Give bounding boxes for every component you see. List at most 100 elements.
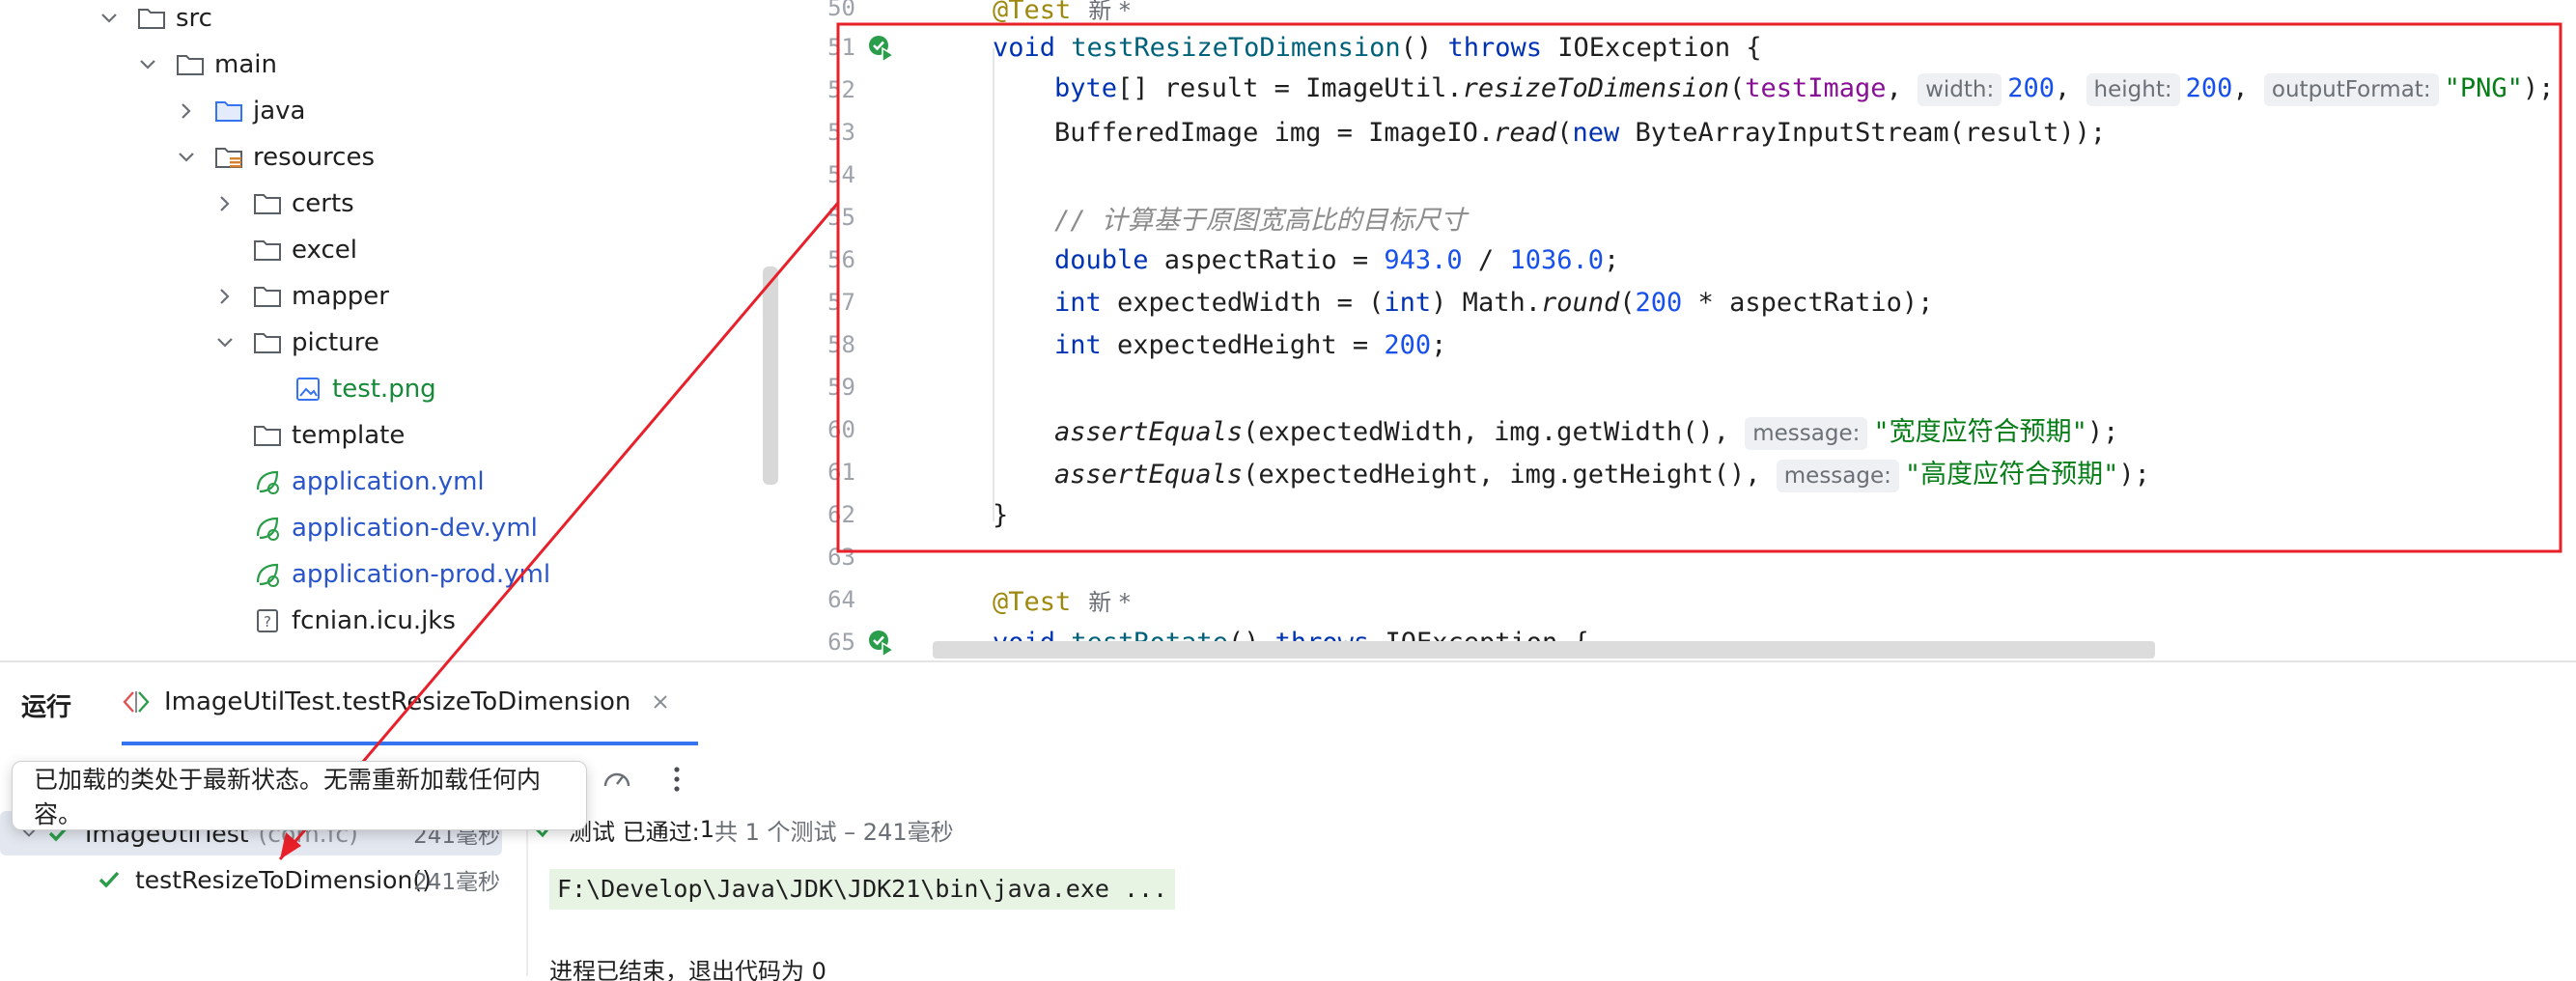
number-literal: 200 [2185,73,2233,103]
code-text: () [1400,32,1448,63]
string-literal: "PNG" [2444,73,2523,103]
tree-item[interactable]: mapper [212,273,389,320]
code-line-53: 53 BufferedImage img = ImageIO.read(new … [778,111,2576,154]
parameter-hint: outputFormat: [2263,73,2439,106]
editor-horizontal-scrollbar[interactable] [933,641,2155,659]
code-line-57: 57 int expectedWidth = (int) Math.round(… [778,281,2576,323]
chevron-right-icon[interactable] [174,98,199,124]
tree-item-label: template [292,421,406,450]
code-line-50: 50 @Test 新 * [778,0,2576,29]
chevron-down-icon[interactable] [97,6,122,31]
chevron-right-icon[interactable] [212,284,238,309]
code-editor[interactable]: 50 @Test 新 * 51 void testResizeToDimensio… [778,0,2576,660]
tree-item-label: excel [292,236,357,265]
speedometer-icon[interactable] [601,763,633,796]
code-text: / [1462,244,1510,275]
test-results-tree: ImageUtilTest (com.fc) 241毫秒 testResizeT… [0,807,521,976]
method-call: assertEquals [1054,416,1244,447]
chevron-down-icon[interactable] [212,330,238,355]
code-text: IOException { [1557,32,1762,63]
test-diff-icon [123,691,150,713]
test-case-row[interactable]: testResizeToDimension() 241毫秒 [0,857,502,902]
tree-item[interactable]: ? fcnian.icu.jks [212,598,456,644]
code-text: } [993,499,1009,530]
code-line-56: 56 double aspectRatio = 943.0 / 1036.0; [778,238,2576,281]
line-number: 57 [827,289,855,316]
code-text: expectedHeight = [1101,329,1385,360]
tree-item-label: picture [292,328,379,357]
tree-item-label: main [214,50,277,79]
parameter-hint: width: [1918,73,2002,106]
tree-item[interactable]: certs [212,181,354,227]
line-number: 50 [827,0,855,21]
run-test-gutter-icon[interactable] [867,629,896,658]
tree-item[interactable]: picture [212,320,379,366]
tree-item[interactable]: application-prod.yml [212,551,550,598]
vcs-new-badge: 新 * [1088,588,1131,616]
chevron-down-icon[interactable] [135,52,160,77]
tree-item[interactable]: template [212,412,405,459]
svg-text:?: ? [264,613,271,631]
line-number: 59 [827,374,855,401]
tree-item-label: application.yml [292,467,485,496]
tree-item-label: mapper [292,282,389,311]
code-text: ); [2086,416,2119,447]
run-tab-label: ImageUtilTest.testResizeToDimension [164,687,631,716]
more-options-icon[interactable] [660,763,693,796]
folder-icon [251,282,284,311]
code-text: (expectedWidth, img.getWidth(), [1243,416,1746,447]
folder-icon [251,189,284,218]
line-number: 64 [827,586,855,613]
code-line-52: 52 byte[] result = ImageUtil.resizeToDim… [778,69,2576,111]
tree-item[interactable]: main [135,42,277,88]
tree-item[interactable]: excel [212,227,357,273]
line-number: 56 [827,246,855,273]
status-prefix: 测试 已通过: [569,818,700,846]
close-icon[interactable] [652,693,669,711]
code-line-62: 62 } [778,493,2576,536]
spring-config-icon [251,560,284,589]
code-text: * aspectRatio); [1682,287,1934,318]
run-console[interactable]: 测试 已通过: 1共 1 个测试 – 241毫秒 F:\Develop\Java… [526,807,2576,981]
number-literal: 943.0 [1384,244,1463,275]
tree-item[interactable]: test.png [253,366,436,412]
tree-item-label: resources [253,143,376,172]
run-header: 运行 ImageUtilTest.testResizeToDimension [0,662,2576,745]
parameter-hint: message: [1776,459,1899,492]
tree-item[interactable]: src [97,0,212,42]
code-text: ( [1729,73,1746,103]
code-text: ) Math. [1431,287,1541,318]
code-comment: // 计算基于原图宽高比的目标尺寸 [1054,205,1467,236]
line-number: 55 [827,204,855,231]
console-exit-line: 进程已结束，退出代码为 0 [549,958,826,981]
status-pass-count: 1 [699,816,714,843]
spring-config-icon [251,467,284,496]
keyword: int [1384,287,1432,318]
code-text: ( [1556,117,1573,148]
tree-item[interactable]: application.yml [212,459,485,505]
code-text: , [1886,73,1918,103]
chevron-down-icon[interactable] [174,145,199,170]
tree-item[interactable]: resources [174,134,375,181]
method-call: read [1494,117,1557,148]
code-text: ; [1604,244,1620,275]
tree-item[interactable]: java [174,88,305,134]
run-tab[interactable]: ImageUtilTest.testResizeToDimension [122,662,699,745]
chevron-right-icon[interactable] [212,191,238,216]
code-text: (expectedHeight, img.getHeight(), [1243,459,1777,490]
code-line-58: 58 int expectedHeight = 200; [778,323,2576,366]
tree-scrollbar[interactable] [763,266,778,485]
method-call: assertEquals [1054,459,1244,490]
code-text: ); [2118,459,2150,490]
folder-icon [251,421,284,450]
run-test-gutter-icon[interactable] [867,34,896,63]
test-annotation: @Test [993,0,1072,25]
source-folder-icon [212,97,245,126]
vcs-new-badge: 新 * [1088,0,1131,24]
parameter-hint: height: [2086,73,2180,106]
code-line-61: 61 assertEquals(expectedHeight, img.getH… [778,451,2576,493]
project-tree: src main java resources certs excel mapper pict… [0,0,778,660]
string-literal: "宽度应符合预期" [1873,416,2087,447]
line-number: 52 [827,76,855,103]
tree-item[interactable]: application-dev.yml [212,505,538,551]
